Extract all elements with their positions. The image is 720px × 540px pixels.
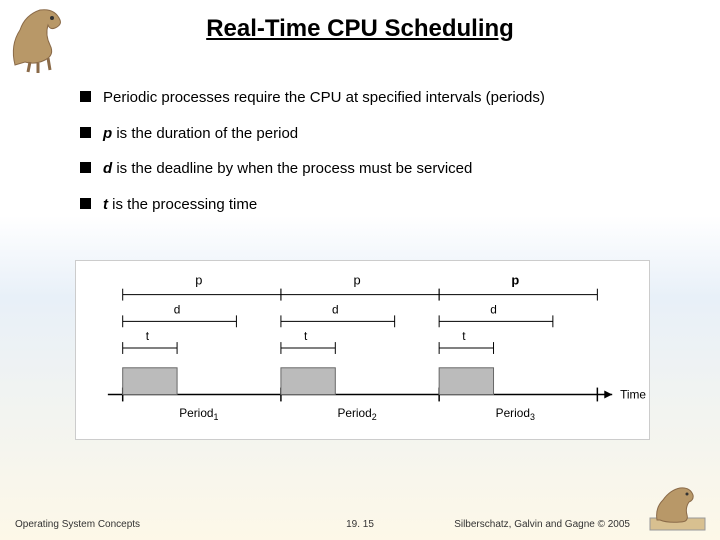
bullet-marker	[80, 198, 91, 209]
footer-left: Operating System Concepts	[15, 519, 140, 530]
d-label: d	[174, 302, 181, 316]
p-label: p	[195, 273, 202, 288]
dinosaur-logo-bottom	[645, 480, 715, 535]
period-label: Period3	[496, 406, 535, 422]
d-label: d	[332, 302, 339, 316]
bullet-item: p is the duration of the period	[80, 124, 660, 144]
bullet-text: d is the deadline by when the process mu…	[103, 159, 472, 179]
bullet-item: Periodic processes require the CPU at sp…	[80, 88, 660, 108]
bullet-text: t is the processing time	[103, 195, 257, 215]
bullet-marker	[80, 127, 91, 138]
bullet-marker	[80, 162, 91, 173]
slide-title: Real-Time CPU Scheduling	[0, 0, 720, 43]
bullet-item: d is the deadline by when the process mu…	[80, 159, 660, 179]
t-label: t	[462, 329, 466, 343]
period-label: Period2	[337, 406, 376, 422]
bullet-item: t is the processing time	[80, 195, 660, 215]
bullet-text: p is the duration of the period	[103, 124, 298, 144]
bullet-list: Periodic processes require the CPU at sp…	[80, 88, 660, 214]
p-label: p	[353, 273, 360, 288]
p-label: p	[511, 273, 519, 288]
period-label: Period1	[179, 406, 218, 422]
t-label: t	[304, 329, 308, 343]
bullet-marker	[80, 91, 91, 102]
bullet-text: Periodic processes require the CPU at sp…	[103, 88, 545, 108]
footer-copyright: Silberschatz, Galvin and Gagne © 2005	[454, 519, 630, 530]
dinosaur-logo-top	[0, 0, 90, 75]
t-label: t	[146, 329, 150, 343]
footer-page-number: 19. 15	[346, 519, 374, 530]
d-label: d	[490, 302, 497, 316]
time-axis-label: Time	[620, 387, 646, 401]
timing-diagram: Time p p p	[75, 260, 650, 440]
